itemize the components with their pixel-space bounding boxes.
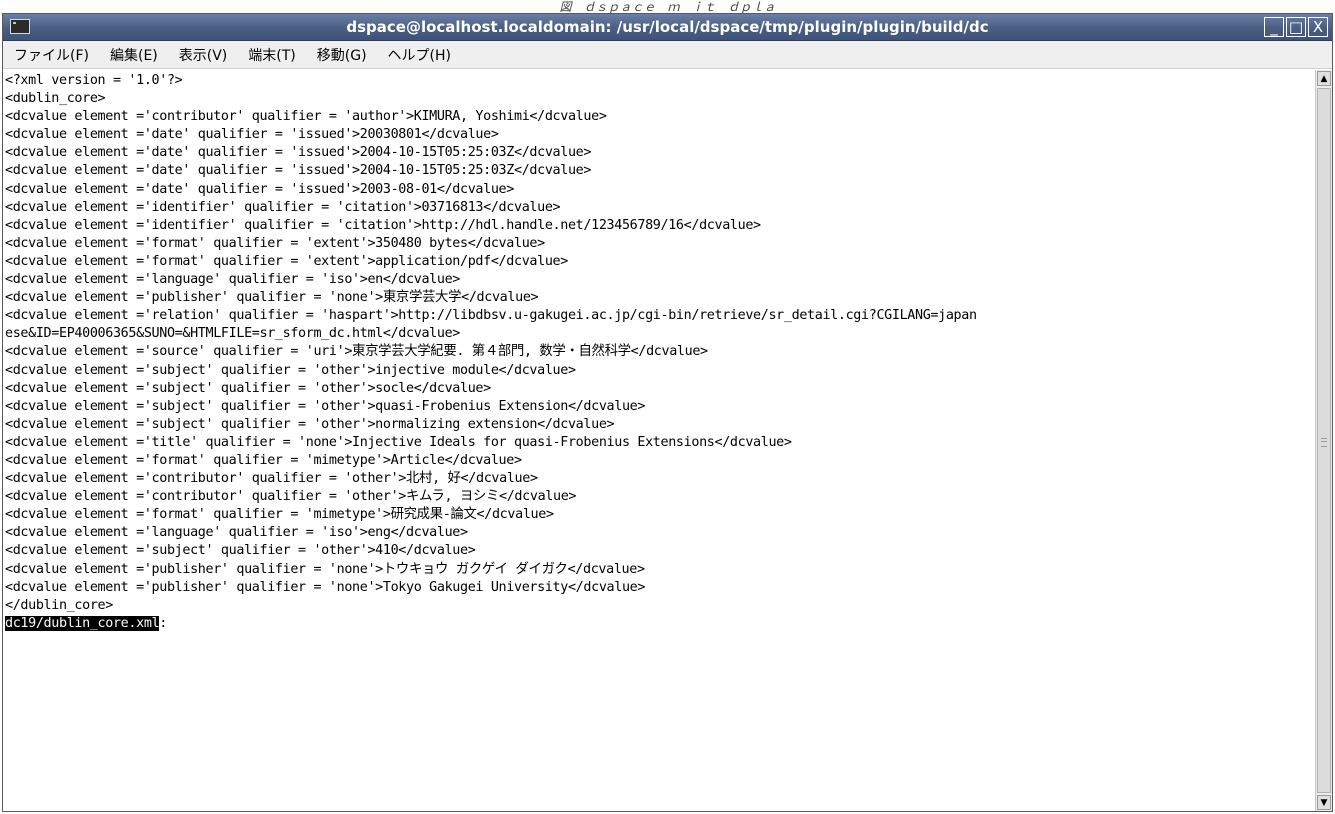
terminal-icon[interactable] (10, 19, 30, 34)
terminal-line: <dcvalue element ='format' qualifier = '… (5, 253, 568, 269)
terminal-line: <dcvalue element ='relation' qualifier =… (5, 308, 977, 324)
window-title: dspace@localhost.localdomain: /usr/local… (346, 18, 989, 36)
terminal-line: <dcvalue element ='subject' qualifier = … (5, 380, 491, 396)
terminal-line: <dcvalue element ='language' qualifier =… (5, 272, 460, 288)
terminal-line: <dcvalue element ='contributor' qualifie… (5, 489, 577, 505)
scroll-up-arrow-icon[interactable]: ▲ (1317, 71, 1331, 86)
scrollbar-thumb[interactable] (1317, 88, 1331, 793)
terminal-line: <dcvalue element ='identifier' qualifier… (5, 199, 561, 215)
terminal-line: <dcvalue element ='format' qualifier = '… (5, 235, 545, 251)
menu-bar: ファイル(F) 編集(E) 表示(V) 端末(T) 移動(G) ヘルプ(H) (3, 41, 1332, 69)
menu-go[interactable]: 移動(G) (314, 43, 370, 67)
terminal-line: <dcvalue element ='date' qualifier = 'is… (5, 181, 514, 197)
terminal-line: <dcvalue element ='format' qualifier = '… (5, 507, 554, 523)
terminal-line: <dcvalue element ='identifier' qualifier… (5, 217, 761, 233)
menu-file[interactable]: ファイル(F) (11, 43, 92, 67)
grip-icon (1321, 437, 1327, 447)
scroll-down-arrow-icon[interactable]: ▼ (1317, 795, 1331, 810)
terminal-line: <dcvalue element ='date' qualifier = 'is… (5, 145, 592, 161)
terminal-output[interactable]: <?xml version = '1.0'?> <dublin_core> <d… (3, 70, 1315, 811)
terminal-window: dspace@localhost.localdomain: /usr/local… (2, 13, 1333, 812)
pager-prompt-colon: : (159, 615, 167, 631)
terminal-line: <dublin_core> (5, 91, 106, 107)
terminal-line: <dcvalue element ='subject' qualifier = … (5, 543, 476, 559)
pager-prompt[interactable]: dc19/dublin_core.xml: (5, 615, 1315, 633)
terminal-line: <dcvalue element ='source' qualifier = '… (5, 344, 708, 360)
terminal-line: <dcvalue element ='publisher' qualifier … (5, 579, 646, 595)
terminal-line: <dcvalue element ='subject' qualifier = … (5, 398, 646, 414)
terminal-line: <dcvalue element ='publisher' qualifier … (5, 290, 539, 306)
terminal-line: <dcvalue element ='contributor' qualifie… (5, 109, 607, 125)
menu-edit[interactable]: 編集(E) (107, 43, 161, 67)
terminal-line: <dcvalue element ='date' qualifier = 'is… (5, 127, 499, 143)
menu-help[interactable]: ヘルプ(H) (385, 43, 454, 67)
terminal-line: <dcvalue element ='title' qualifier = 'n… (5, 434, 792, 450)
close-button[interactable]: X (1308, 17, 1328, 37)
title-bar[interactable]: dspace@localhost.localdomain: /usr/local… (3, 14, 1332, 41)
figure-caption: 図 ｄｓｐａｃｅ ｍ ｉｔ ｄｐｌａ (559, 0, 776, 14)
maximize-button[interactable]: □ (1286, 17, 1306, 37)
menu-terminal[interactable]: 端末(T) (245, 43, 298, 67)
terminal-line: <?xml version = '1.0'?> (5, 73, 183, 88)
window-controls: _ □ X (1264, 17, 1328, 37)
menu-view[interactable]: 表示(V) (176, 43, 231, 67)
terminal-line: <dcvalue element ='contributor' qualifie… (5, 471, 538, 487)
terminal-line: <dcvalue element ='language' qualifier =… (5, 525, 468, 541)
terminal-line: <dcvalue element ='format' qualifier = '… (5, 452, 522, 468)
terminal-line: <dcvalue element ='date' qualifier = 'is… (5, 163, 592, 179)
terminal-line: ese&ID=EP40006365&SUNO=&HTMLFILE=sr_sfor… (5, 326, 460, 342)
terminal-line: <dcvalue element ='subject' qualifier = … (5, 362, 576, 378)
pager-prompt-filename: dc19/dublin_core.xml (5, 615, 160, 631)
vertical-scrollbar[interactable]: ▲ ▼ (1315, 70, 1332, 811)
terminal-line: <dcvalue element ='subject' qualifier = … (5, 416, 615, 432)
minimize-button[interactable]: _ (1264, 17, 1284, 37)
terminal-line: <dcvalue element ='publisher' qualifier … (5, 561, 645, 577)
terminal-line: </dublin_core> (5, 597, 113, 613)
